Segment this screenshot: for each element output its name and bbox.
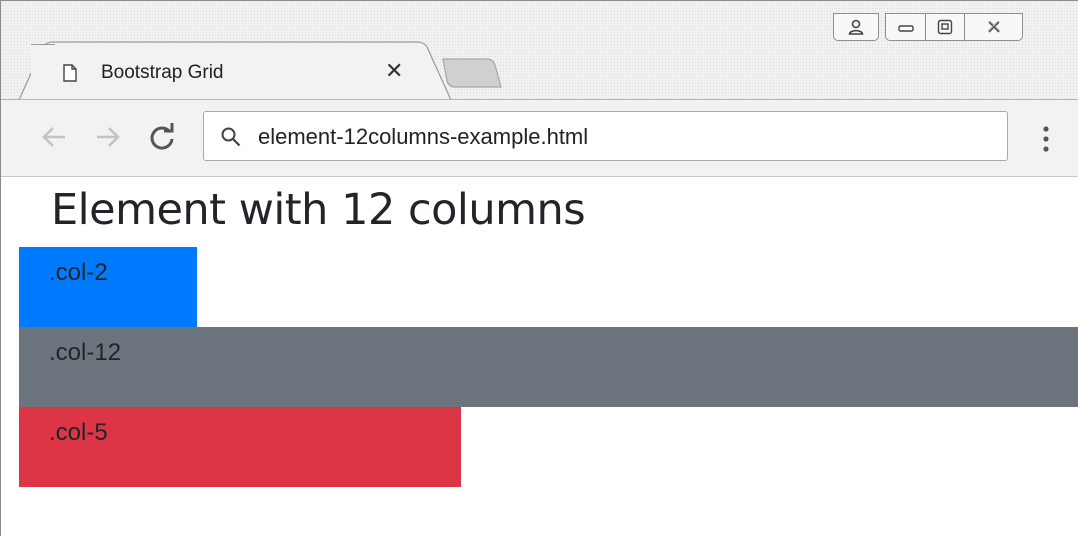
new-tab-icon	[442, 58, 502, 88]
maximize-button[interactable]	[925, 13, 965, 41]
browser-tab[interactable]: Bootstrap Grid ✕	[31, 45, 441, 101]
address-bar[interactable]: element-12columns-example.html	[203, 111, 1008, 161]
back-arrow-icon[interactable]	[39, 122, 69, 152]
forward-arrow-icon[interactable]	[93, 122, 123, 152]
close-window-button[interactable]	[965, 13, 1023, 41]
search-icon	[221, 127, 241, 147]
grid-row: .col-5	[19, 407, 461, 487]
page-title: Element with 12 columns	[51, 185, 586, 235]
grid-row: .col-12	[19, 327, 1078, 407]
grid-column-col-12: .col-12	[19, 327, 1078, 407]
kebab-menu-icon[interactable]	[1035, 122, 1057, 156]
grid-row: .col-2	[19, 247, 197, 327]
caption-button-group	[885, 13, 1023, 43]
maximize-icon	[937, 19, 953, 35]
document-icon	[63, 64, 77, 82]
browser-toolbar: element-12columns-example.html	[1, 99, 1078, 177]
grid-column-col-5: .col-5	[19, 407, 461, 487]
user-profile-button[interactable]	[833, 13, 879, 41]
window-controls	[833, 13, 1023, 43]
minimize-button[interactable]	[885, 13, 925, 41]
tab-title: Bootstrap Grid	[101, 62, 224, 83]
user-icon	[848, 19, 864, 35]
tab-close-button[interactable]: ✕	[385, 58, 403, 83]
close-icon	[987, 20, 1000, 33]
reload-icon[interactable]	[147, 122, 177, 152]
address-text: element-12columns-example.html	[258, 124, 589, 149]
browser-window: Bootstrap Grid ✕ element-12columns-examp…	[0, 0, 1078, 536]
title-bar: Bootstrap Grid ✕	[1, 1, 1078, 101]
page-content: Element with 12 columns .col-2 .col-12 .…	[1, 177, 1078, 536]
minimize-icon	[897, 25, 914, 32]
grid-column-col-2: .col-2	[19, 247, 197, 327]
new-tab-button[interactable]	[441, 57, 503, 89]
